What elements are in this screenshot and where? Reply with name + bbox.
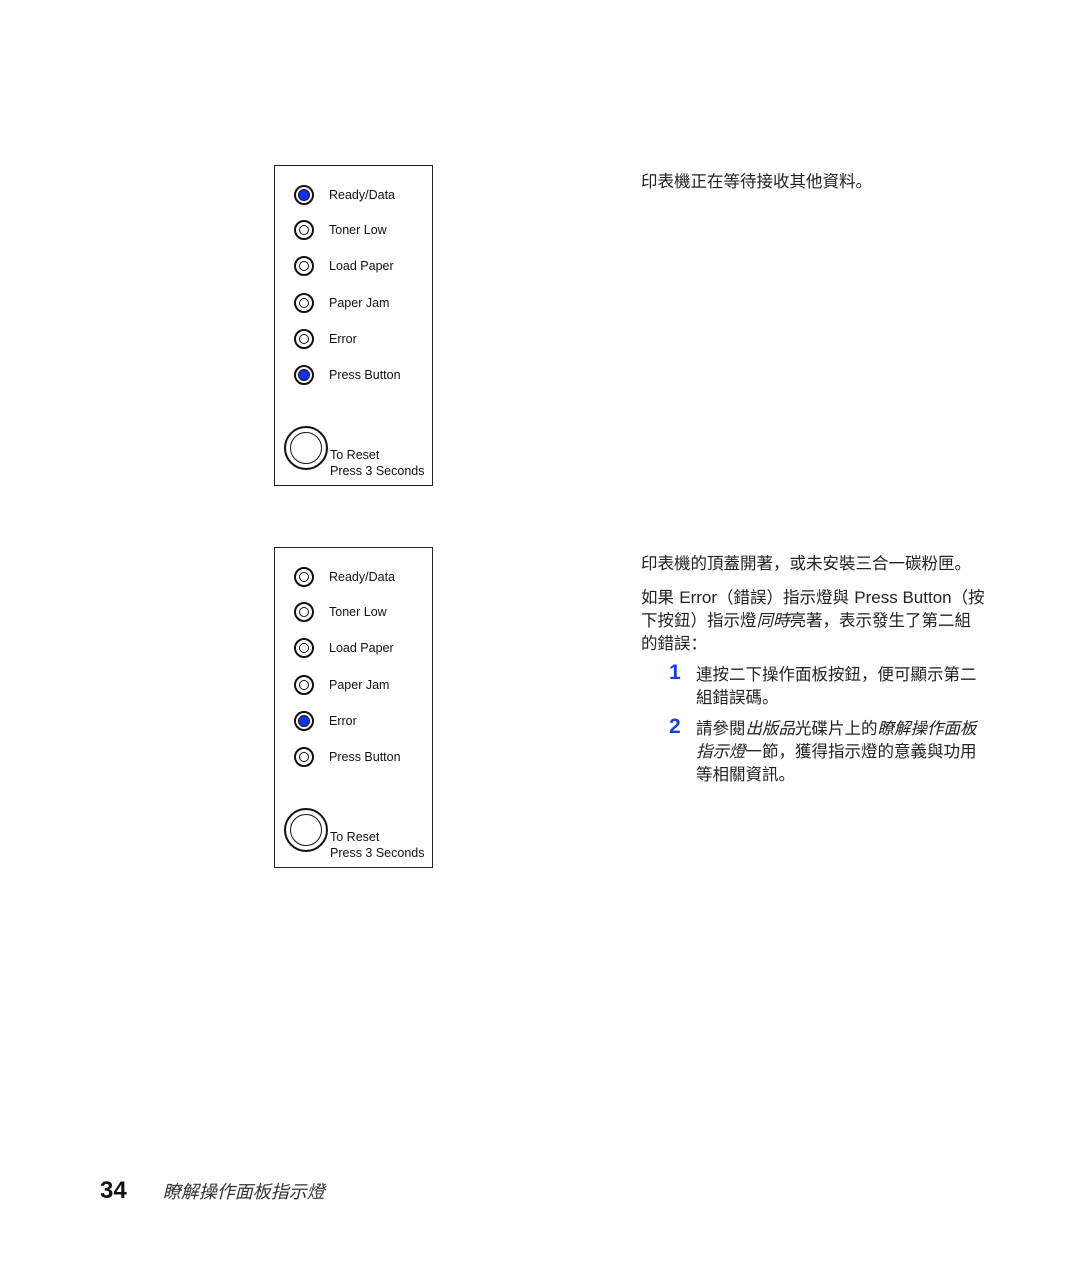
description-error-state: 印表機的頂蓋開著，或未安裝三合一碳粉匣。 如果 Error（錯誤）指示燈與 Pr… [641,552,986,786]
led-off-icon [294,675,314,695]
operator-panel-error-state: Ready/Data Toner Low Load Paper Paper Ja… [274,547,433,868]
led-label: Error [329,714,357,728]
led-row-paper-jam: Paper Jam [294,673,389,697]
led-label: Load Paper [329,259,394,273]
reset-line-2: Press 3 Seconds [330,846,425,860]
text-run: 請參閱 [696,719,746,738]
led-off-icon [294,567,314,587]
led-off-icon [294,329,314,349]
led-off-icon [294,256,314,276]
led-off-icon [294,220,314,240]
led-label: Paper Jam [329,678,390,692]
led-on-icon [294,365,314,385]
step-number: 1 [669,661,681,684]
led-row-error: Error [294,709,357,733]
led-label: Paper Jam [329,296,390,310]
led-row-toner-low: Toner Low [294,218,387,242]
led-label: Error [329,332,357,346]
led-off-icon [294,602,314,622]
press-button-term: Press Button [854,588,952,607]
operator-panel-ready-state: Ready/Data Toner Low Load Paper Paper Ja… [274,165,433,486]
led-label: Press Button [329,368,401,382]
step-item-2: 2 請參閱出版品光碟片上的瞭解操作面板指示燈一節，獲得指示燈的意義與功用等相關資… [641,715,986,786]
page-footer: 34 瞭解操作面板指示燈 [100,1177,325,1205]
description-ready-state: 印表機正在等待接收其他資料。 [641,170,986,193]
reset-instruction: To Reset Press 3 Seconds [330,447,425,479]
led-row-error: Error [294,327,357,351]
reset-line-1: To Reset [330,830,380,844]
led-on-icon [294,711,314,731]
led-on-icon [294,185,314,205]
led-label: Toner Low [329,605,387,619]
text-run: 如果 [641,588,680,607]
led-label: Ready/Data [329,570,396,584]
led-label: Press Button [329,750,401,764]
led-row-ready-data: Ready/Data [294,183,395,207]
running-title: 瞭解操作面板指示燈 [162,1182,325,1203]
text-run: （錯誤）指示燈與 [717,588,855,607]
led-label: Load Paper [329,641,394,655]
operator-panel-button-icon [284,808,328,852]
reset-instruction: To Reset Press 3 Seconds [330,829,425,861]
led-off-icon [294,638,314,658]
led-row-load-paper: Load Paper [294,254,394,278]
led-row-press-button: Press Button [294,745,401,769]
text-run: 光碟片上的 [795,719,878,738]
led-row-paper-jam: Paper Jam [294,291,389,315]
page-number: 34 [100,1177,127,1204]
led-label: Toner Low [329,223,387,237]
led-row-toner-low: Toner Low [294,600,387,624]
operator-panel-button-icon [284,426,328,470]
description-para-1: 印表機的頂蓋開著，或未安裝三合一碳粉匣。 [641,554,971,573]
led-row-load-paper: Load Paper [294,636,394,660]
error-term: Error [679,588,718,607]
emphasis-text: 同時 [756,611,790,630]
step-number: 2 [669,715,681,738]
publication-reference: 出版品 [745,719,796,738]
reset-line-1: To Reset [330,448,380,462]
led-label: Ready/Data [329,188,396,202]
led-off-icon [294,293,314,313]
description-para-2: 如果 Error（錯誤）指示燈與 Press Button（按下按鈕）指示燈同時… [641,586,986,655]
led-off-icon [294,747,314,767]
step-text: 連按二下操作面板按鈕，便可顯示第二組錯誤碼。 [696,665,977,707]
step-item-1: 1 連按二下操作面板按鈕，便可顯示第二組錯誤碼。 [641,661,986,709]
led-row-press-button: Press Button [294,363,401,387]
reset-line-2: Press 3 Seconds [330,464,425,478]
description-text: 印表機正在等待接收其他資料。 [641,172,872,191]
led-row-ready-data: Ready/Data [294,565,395,589]
